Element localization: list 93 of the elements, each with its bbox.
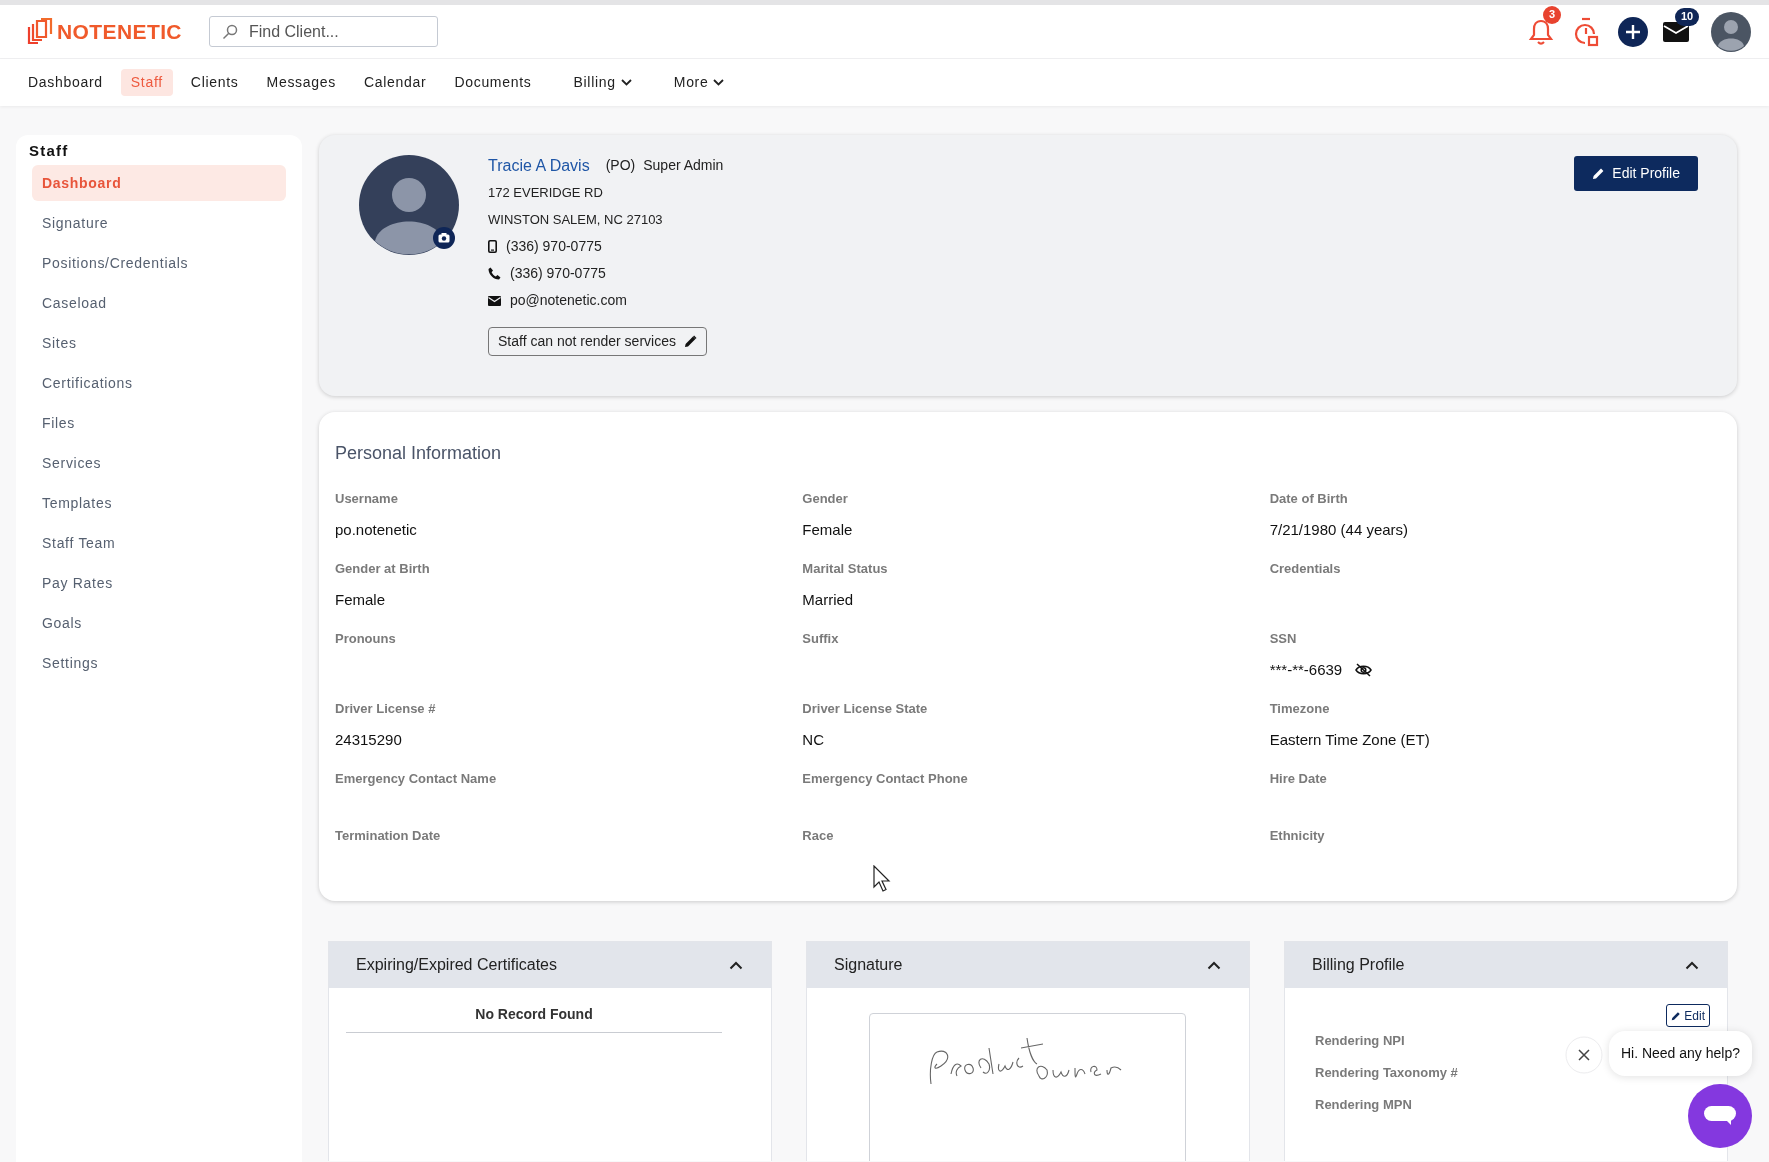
add-icon[interactable] [1618, 16, 1648, 47]
chat-icon[interactable] [1688, 1084, 1752, 1148]
edit-button[interactable]: Edit [1666, 1004, 1710, 1027]
field-label: Pronouns [335, 630, 396, 648]
phone-number: (336) 970-0775 [510, 264, 606, 283]
chat-greeting: Hi. Need any help? [1608, 1031, 1752, 1076]
staff-initials: (PO) [605, 156, 636, 175]
chevron-up-icon[interactable] [1207, 960, 1221, 970]
address-line: WINSTON SALEM, NC 27103 [488, 210, 663, 229]
field-label: Suffix [802, 630, 839, 648]
empty-message: No Record Found [346, 1004, 722, 1033]
sidebar-item[interactable]: Pay Rates [32, 565, 286, 601]
field-label: Emergency Contact Name [335, 770, 497, 788]
profile-avatar-icon [359, 155, 459, 255]
field-value: Married [802, 589, 854, 610]
field-label: Termination Date [335, 827, 441, 845]
pencil-icon [1592, 167, 1606, 180]
field-label: Rendering Taxonomy # [1315, 1064, 1458, 1082]
nav-tab[interactable]: Documents [444, 69, 542, 96]
field-label: Gender [802, 490, 848, 508]
chevron-up-icon[interactable] [1685, 960, 1699, 970]
pencil-icon [683, 335, 697, 348]
message-count: 10 [1675, 7, 1699, 26]
sidebar-item[interactable]: Positions/Credentials [32, 245, 286, 281]
field-label: Hire Date [1269, 770, 1327, 788]
chevron-up-icon[interactable] [729, 960, 743, 970]
camera-icon[interactable] [433, 227, 455, 249]
field-value: Female [802, 519, 853, 540]
field-label: Race [802, 827, 834, 845]
field-label: Driver License State [802, 700, 928, 718]
sidebar-item[interactable]: Files [32, 405, 286, 441]
logo-icon [27, 18, 54, 45]
nav-tab[interactable]: More [663, 69, 735, 96]
panel-title: Signature [834, 955, 903, 975]
mobile-phone-icon [488, 240, 497, 253]
logo-text: NOTENETIC [57, 21, 182, 42]
search-icon [221, 24, 238, 40]
field-label: SSN [1269, 630, 1297, 648]
sidebar-item[interactable]: Signature [32, 205, 286, 241]
sidebar-item[interactable]: Goals [32, 605, 286, 641]
sidebar-item[interactable]: Templates [32, 485, 286, 521]
search-field[interactable]: Find Client... [208, 16, 438, 47]
envelope-icon [488, 295, 501, 306]
mail-icon[interactable] [1663, 21, 1689, 42]
field-label: Gender at Birth [335, 560, 430, 578]
sidebar-item[interactable]: Staff Team [32, 525, 286, 561]
field-label: Marital Status [802, 560, 888, 578]
field-label: Credentials [1269, 560, 1341, 578]
field-label: Ethnicity [1269, 827, 1325, 845]
address-line: 172 EVERIDGE RD [488, 183, 603, 202]
field-label: Username [335, 490, 398, 508]
field-value: ***-**-6639 [1269, 659, 1343, 680]
field-value: NC [802, 729, 824, 750]
field-label: Rendering NPI [1315, 1032, 1405, 1050]
edit-profile-button[interactable]: Edit Profile [1574, 156, 1698, 191]
email-address: po@notenetic.com [510, 291, 627, 310]
field-label: Rendering MPN [1315, 1096, 1412, 1114]
field-label: Driver License # [335, 700, 436, 718]
field-value: 24315290 [335, 729, 402, 750]
field-value: Eastern Time Zone (ET) [1269, 729, 1430, 750]
close-icon[interactable] [1565, 1036, 1603, 1074]
eye-slash-icon[interactable] [1355, 663, 1373, 677]
user-avatar-icon[interactable] [1711, 11, 1751, 52]
field-label: Emergency Contact Phone [802, 770, 968, 788]
nav-tab[interactable]: Dashboard [18, 69, 113, 96]
phone-number: (336) 970-0775 [506, 237, 602, 256]
sidebar-title: Staff [28, 141, 70, 161]
sidebar-item[interactable]: Certifications [32, 365, 286, 401]
pencil-icon [1671, 1010, 1682, 1021]
bell-icon[interactable] [1528, 17, 1554, 46]
mouse-pointer-icon [873, 865, 892, 893]
panel-title: Billing Profile [1312, 955, 1405, 975]
render-status-button[interactable]: Staff can not render services [488, 327, 707, 356]
field-value: po.notenetic [335, 519, 417, 540]
section-title: Personal Information [335, 442, 503, 465]
field-label: Date of Birth [1269, 490, 1348, 508]
field-label: Timezone [1269, 700, 1330, 718]
phone-icon [488, 267, 501, 280]
nav-tab[interactable]: Billing [563, 69, 642, 96]
nav-tab[interactable]: Calendar [353, 69, 437, 96]
nav-tab[interactable]: Clients [180, 69, 249, 96]
panel-title: Expiring/Expired Certificates [356, 955, 557, 975]
staff-name[interactable]: Tracie A Davis [488, 153, 590, 178]
field-value: Female [335, 589, 386, 610]
staff-role: Super Admin [643, 156, 724, 175]
field-value: 7/21/1980 (44 years) [1269, 519, 1409, 540]
nav-tab[interactable]: Messages [256, 69, 346, 96]
sidebar-item[interactable]: Sites [32, 325, 286, 361]
sidebar-item[interactable]: Caseload [32, 285, 286, 321]
sidebar-item[interactable]: Settings [32, 645, 286, 681]
sidebar-item[interactable]: Services [32, 445, 286, 481]
stopwatch-icon[interactable] [1572, 16, 1600, 47]
notification-count: 3 [1543, 5, 1561, 24]
